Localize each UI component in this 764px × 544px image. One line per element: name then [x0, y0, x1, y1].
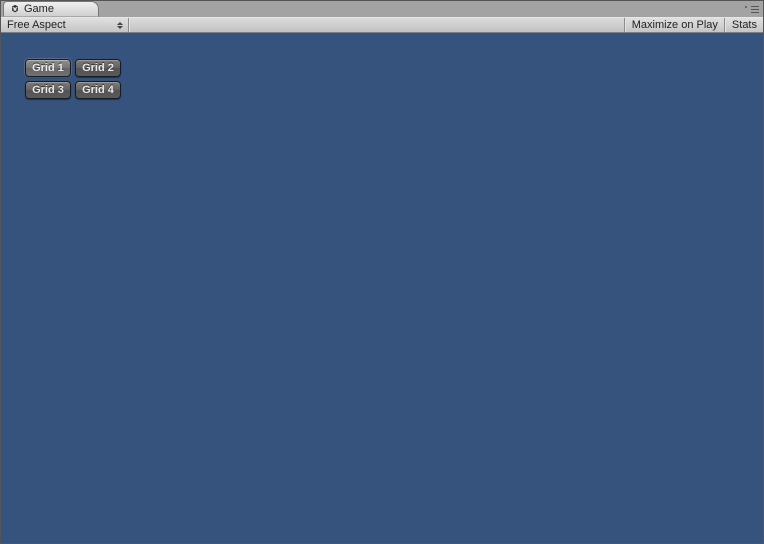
- button-label: Grid 4: [82, 84, 114, 96]
- grid-3-button[interactable]: Grid 3: [25, 81, 71, 99]
- maximize-label: Maximize on Play: [632, 19, 718, 31]
- tab-label: Game: [24, 3, 54, 15]
- grid-1-button[interactable]: Grid 1: [25, 59, 71, 77]
- button-label: Grid 3: [32, 84, 64, 96]
- grid-4-button[interactable]: Grid 4: [75, 81, 121, 99]
- tab-bar: Game: [1, 1, 763, 17]
- aspect-dropdown[interactable]: Free Aspect: [1, 18, 129, 32]
- stats-button[interactable]: Stats: [725, 18, 763, 32]
- game-toolbar: Free Aspect Maximize on Play Stats: [1, 17, 763, 33]
- button-label: Grid 1: [32, 62, 64, 74]
- aspect-dropdown-label: Free Aspect: [7, 19, 66, 31]
- window-options-icon[interactable]: [745, 4, 759, 14]
- unity-logo-icon: [10, 4, 20, 14]
- stats-label: Stats: [732, 19, 757, 31]
- tab-game[interactable]: Game: [3, 1, 99, 17]
- grid-button-group: Grid 1 Grid 2 Grid 3 Grid 4: [25, 59, 121, 99]
- maximize-on-play-button[interactable]: Maximize on Play: [625, 18, 725, 32]
- game-viewport: Grid 1 Grid 2 Grid 3 Grid 4: [1, 33, 763, 543]
- button-label: Grid 2: [82, 62, 114, 74]
- updown-icon: [116, 20, 124, 30]
- grid-2-button[interactable]: Grid 2: [75, 59, 121, 77]
- game-window: Game Free Aspect Maximize on Play Stats …: [0, 0, 764, 544]
- toolbar-spacer: [129, 18, 625, 32]
